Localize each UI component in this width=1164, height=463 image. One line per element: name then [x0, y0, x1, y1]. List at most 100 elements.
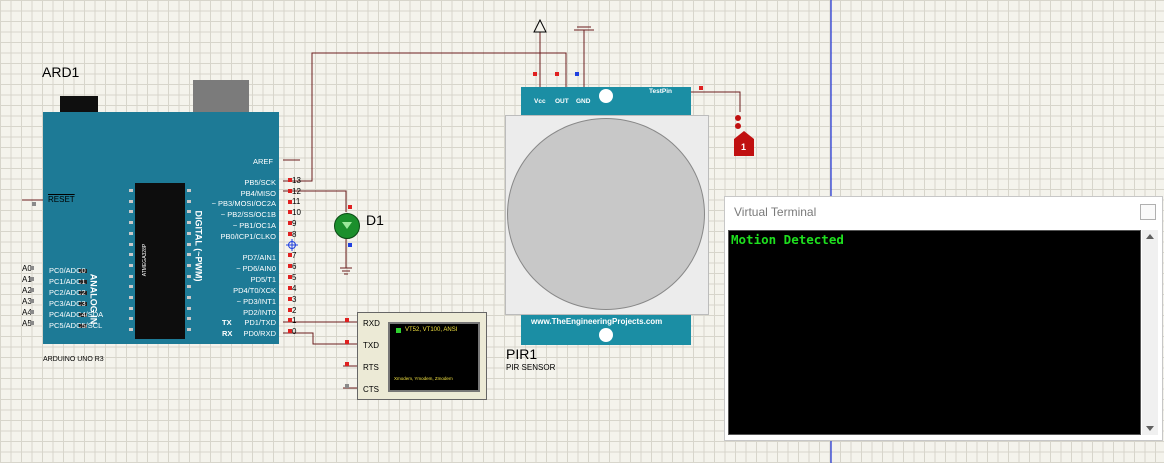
digital-num-7: 7: [292, 251, 297, 260]
chip-pin: [129, 199, 133, 203]
analog-label-3: PC3/ADC3: [49, 299, 86, 308]
digital-pin-marker: [288, 275, 292, 279]
scroll-up-icon[interactable]: [1146, 234, 1154, 239]
vt-output-area[interactable]: Motion Detected: [728, 230, 1141, 435]
analog-pin-labels: A0 A1 A2 A3 A4 A5 PC0/ADC0 PC1/ADC1 PC2/…: [22, 264, 122, 334]
digital-pin-marker: [288, 178, 292, 182]
arduino-ref-label: ARD1: [42, 64, 80, 80]
digital-pin-marker: [288, 318, 292, 322]
digital-label-4: PD4/T0/XCK: [233, 286, 276, 295]
digital-num-11: 11: [292, 197, 301, 206]
pir-type-label: PIR SENSOR: [506, 363, 556, 372]
pir-pin-vcc: Vcc: [534, 98, 546, 105]
pir-website-label: www.TheEngineeringProjects.com: [531, 317, 663, 326]
chip-pin: [129, 306, 133, 310]
chip-pin: [129, 210, 133, 214]
scroll-down-icon[interactable]: [1146, 426, 1154, 431]
digital-label-1: PD1/TXD: [244, 318, 276, 327]
vt-component-screen: VT52, VT100, ANSI Xmodem, Ymodem, Zmodem: [388, 322, 480, 392]
chip-pin: [187, 317, 191, 321]
digital-num-13: 13: [292, 176, 301, 185]
digital-pin-marker: [288, 253, 292, 257]
microcontroller-chip[interactable]: ATMEGA328P: [129, 183, 191, 339]
vt-pin-marker: [345, 362, 349, 366]
arduino-model-label: ARDUINO UNO R3: [43, 356, 104, 363]
aref-label: AREF: [253, 157, 274, 166]
analog-label-2: PC2/ADC2: [49, 288, 86, 297]
chip-pin: [129, 242, 133, 246]
digital-label-9: ~ PB1/OC1A: [232, 221, 276, 230]
pir-testpin-label: TestPin: [649, 88, 672, 95]
logicstate-probe[interactable]: 1: [732, 112, 756, 157]
pir-top-hole: [599, 89, 613, 103]
digital-num-3: 3: [292, 295, 297, 304]
digital-label-6: ~ PD6/AIN0: [236, 264, 276, 273]
analog-label-0: PC0/ADC0: [49, 266, 86, 275]
virtual-terminal-component[interactable]: VT52, VT100, ANSI Xmodem, Ymodem, Zmodem…: [357, 312, 487, 400]
chip-pin: [187, 189, 191, 192]
digital-pin-marker: [288, 221, 292, 225]
digital-pin-marker: [288, 297, 292, 301]
vt-window-close-button[interactable]: [1140, 204, 1156, 220]
digital-num-12: 12: [292, 187, 301, 196]
digital-num-2: 2: [292, 306, 297, 315]
analog-pin-marker: [30, 299, 34, 303]
digital-label-3: ~ PD3/INT1: [236, 297, 276, 306]
vt-pin-rts: RTS: [363, 363, 379, 372]
pir-bottom-hole: [599, 328, 613, 342]
digital-num-6: 6: [292, 262, 297, 271]
vt-pin-cts: CTS: [363, 385, 379, 394]
vt-pin-rxd: RXD: [363, 319, 380, 328]
digital-label-7: PD7/AIN1: [242, 253, 276, 262]
digital-label-11: ~ PB3/MOSI/OC2A: [211, 199, 276, 208]
led-ref-label: D1: [366, 212, 384, 228]
led-pin-bottom: [348, 243, 352, 247]
reset-pin: [32, 202, 36, 206]
led-arrow-icon: [342, 222, 352, 229]
vt-component-line1: VT52, VT100, ANSI: [405, 327, 458, 333]
vt-scrollbar[interactable]: [1142, 230, 1158, 435]
digital-label-0: PD0/RXD: [243, 329, 276, 338]
digital-label-13: PB5/SCK: [244, 178, 276, 187]
virtual-terminal-window[interactable]: Virtual Terminal Motion Detected: [724, 196, 1163, 441]
digital-num-1: 1: [292, 316, 297, 325]
logicstate-value: 1: [741, 142, 747, 152]
pir-pin-marker: [533, 72, 537, 76]
digital-pin-marker: [288, 329, 292, 333]
digital-pin-marker: [288, 200, 292, 204]
pir-pin-marker: [555, 72, 559, 76]
analog-pin-marker: [30, 310, 34, 314]
chip-pin: [129, 274, 133, 278]
chip-pin: [129, 296, 133, 299]
reset-label: RESET: [48, 195, 75, 204]
digital-pin-marker: [288, 189, 292, 193]
analog-pin-marker: [30, 266, 34, 270]
digital-pin-marker: [288, 264, 292, 268]
pir-pin-out: OUT: [555, 98, 569, 105]
analog-label-5: PC5/ADC5/SCL: [49, 321, 103, 330]
chip-pin: [129, 317, 133, 321]
chip-pin: [129, 189, 133, 192]
digital-label-8: PB0/ICP1/CLKO: [220, 232, 276, 241]
chip-pin: [187, 210, 191, 214]
chip-pin: [129, 253, 133, 257]
vt-output-text: Motion Detected: [731, 232, 844, 247]
led-d1[interactable]: [334, 213, 360, 239]
analog-pin-marker: [30, 321, 34, 325]
digital-num-0: 0: [292, 327, 297, 336]
digital-label-10: ~ PB2/SS/OC1B: [220, 210, 276, 219]
vt-window-title: Virtual Terminal: [734, 205, 817, 219]
chip-pin: [187, 231, 191, 235]
chip-pin: [187, 296, 191, 299]
chip-pin: [187, 306, 191, 310]
vt-pin-marker: [345, 318, 349, 322]
analog-label-4: PC4/ADC4/SDA: [49, 310, 104, 319]
digital-num-4: 4: [292, 284, 297, 293]
digital-num-8: 8: [292, 230, 297, 239]
analog-pin-marker: [30, 277, 34, 281]
vt-pin-marker: [345, 340, 349, 344]
chip-pin: [187, 242, 191, 246]
chip-pin: [129, 285, 133, 289]
chip-pin: [187, 274, 191, 278]
pir-pin-marker: [575, 72, 579, 76]
